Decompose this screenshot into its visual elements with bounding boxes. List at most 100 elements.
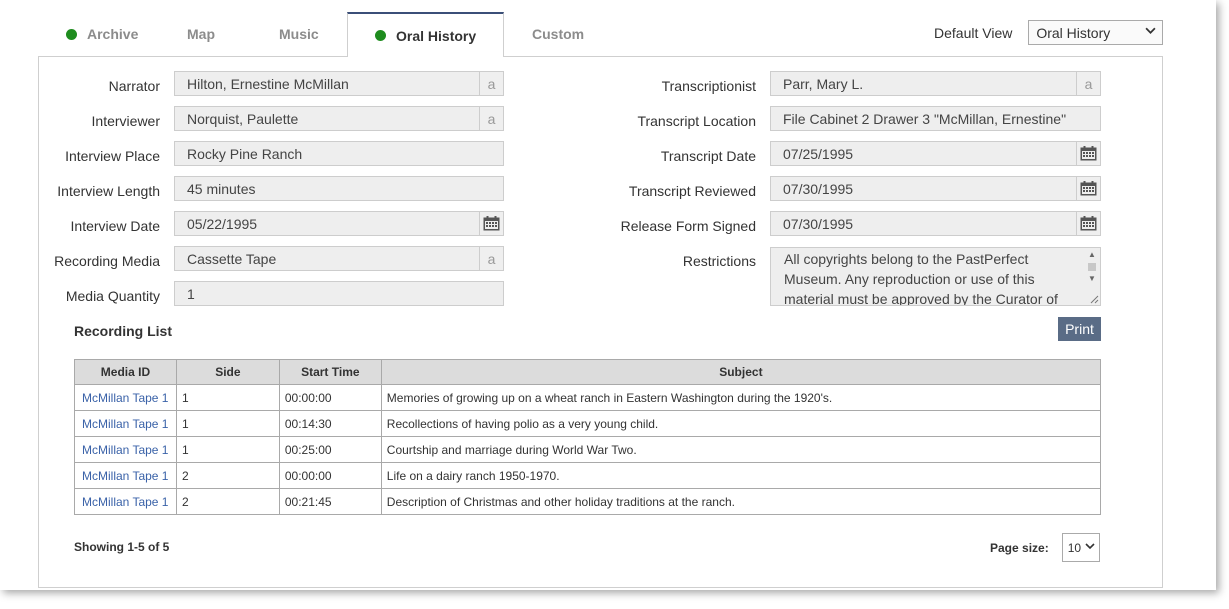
side-cell: 1 — [175, 384, 280, 411]
tab-label: Map — [187, 26, 215, 42]
transcript-reviewed-label: Transcript Reviewed — [628, 183, 756, 199]
tab-label: Oral History — [396, 27, 477, 44]
table-row: McMillan Tape 1 2 00:21:45 Description o… — [74, 488, 1102, 515]
chevron-down-icon — [1145, 25, 1156, 39]
interview-date-field[interactable]: 05/22/1995 — [174, 211, 504, 236]
default-view: Default View Oral History — [934, 20, 1164, 45]
calendar-icon[interactable] — [1076, 212, 1100, 235]
media-id-link[interactable]: McMillan Tape 1 — [74, 410, 177, 437]
default-view-value: Oral History — [1036, 24, 1111, 41]
table-row: McMillan Tape 1 1 00:00:00 Memories of g… — [74, 384, 1102, 411]
column-header-media-id[interactable]: Media ID — [74, 359, 177, 385]
side-cell: 1 — [175, 410, 280, 437]
scroll-down-icon[interactable]: ▼ — [1086, 274, 1098, 284]
recording-media-field[interactable]: Cassette Tape a — [174, 246, 504, 271]
transcriptionist-label: Transcriptionist — [661, 78, 756, 94]
tab-oral-history[interactable]: Oral History — [347, 12, 504, 57]
column-header-subject[interactable]: Subject — [380, 359, 1102, 385]
media-id-link[interactable]: McMillan Tape 1 — [74, 384, 177, 411]
tab-label: Archive — [87, 26, 139, 42]
side-cell: 2 — [175, 488, 280, 515]
table-row: McMillan Tape 1 2 00:00:00 Life on a dai… — [74, 462, 1102, 489]
interview-place-value: Rocky Pine Ranch — [187, 145, 303, 162]
scroll-thumb[interactable] — [1088, 263, 1096, 271]
narrator-value: Hilton, Ernestine McMillan — [187, 75, 349, 92]
scroll-up-icon[interactable]: ▲ — [1086, 250, 1098, 260]
tab-music[interactable]: Music — [248, 12, 347, 56]
media-id-link[interactable]: McMillan Tape 1 — [74, 462, 177, 489]
interview-length-label: Interview Length — [57, 183, 160, 199]
page-size-control: Page size: 10 — [990, 533, 1100, 562]
tab-map[interactable]: Map — [169, 12, 248, 56]
subject-cell: Memories of growing up on a wheat ranch … — [380, 384, 1102, 411]
lookup-a-icon[interactable]: a — [479, 72, 503, 95]
start-time-cell: 00:14:30 — [278, 410, 382, 437]
oral-history-panel: Narrator Hilton, Ernestine McMillan a In… — [38, 56, 1163, 588]
pagination-summary: Showing 1-5 of 5 — [74, 540, 170, 554]
media-quantity-label: Media Quantity — [65, 288, 160, 304]
calendar-icon[interactable] — [1076, 142, 1100, 165]
transcript-location-field[interactable]: File Cabinet 2 Drawer 3 "McMillan, Ernes… — [770, 106, 1101, 131]
interviewer-field[interactable]: Norquist, Paulette a — [174, 106, 504, 131]
calendar-icon[interactable] — [1076, 177, 1100, 200]
chevron-down-icon — [1085, 541, 1095, 554]
recording-media-label: Recording Media — [54, 253, 160, 269]
release-form-signed-value: 07/30/1995 — [783, 215, 854, 232]
resize-handle-icon[interactable] — [1090, 295, 1099, 304]
narrator-label: Narrator — [108, 78, 160, 94]
transcript-date-field[interactable]: 07/25/1995 — [770, 141, 1101, 166]
release-form-signed-field[interactable]: 07/30/1995 — [770, 211, 1101, 236]
tab-bar: Archive Map Music Oral History Custom — [38, 12, 614, 57]
interview-date-value: 05/22/1995 — [187, 215, 258, 232]
status-dot-icon — [375, 30, 386, 41]
restrictions-label: Restrictions — [682, 253, 756, 269]
restrictions-textarea[interactable]: All copyrights belong to the PastPerfect… — [770, 247, 1101, 306]
transcript-location-label: Transcript Location — [637, 113, 756, 129]
interview-date-label: Interview Date — [70, 218, 160, 234]
default-view-select[interactable]: Oral History — [1028, 20, 1164, 45]
release-form-signed-label: Release Form Signed — [620, 218, 756, 234]
table-row: McMillan Tape 1 1 00:25:00 Courtship and… — [74, 436, 1102, 463]
recording-table: Media ID Side Start Time Subject McMilla… — [74, 359, 1102, 515]
column-header-side[interactable]: Side — [175, 359, 280, 385]
start-time-cell: 00:25:00 — [278, 436, 382, 463]
subject-cell: Courtship and marriage during World War … — [380, 436, 1102, 463]
subject-cell: Description of Christmas and other holid… — [380, 488, 1102, 515]
column-header-start-time[interactable]: Start Time — [278, 359, 382, 385]
interview-place-label: Interview Place — [65, 148, 160, 164]
transcript-reviewed-field[interactable]: 07/30/1995 — [770, 176, 1101, 201]
recording-list-title: Recording List — [74, 323, 173, 339]
interview-length-field[interactable]: 45 minutes — [174, 176, 504, 201]
start-time-cell: 00:00:00 — [278, 384, 382, 411]
restrictions-value: All copyrights belong to the PastPerfect… — [784, 251, 1058, 306]
side-cell: 1 — [175, 436, 280, 463]
page-size-value: 10 — [1067, 540, 1082, 555]
tab-custom[interactable]: Custom — [504, 12, 614, 56]
default-view-label: Default View — [934, 24, 1013, 41]
lookup-a-icon[interactable]: a — [479, 247, 503, 270]
screen: Archive Map Music Oral History Custom De… — [0, 0, 1216, 590]
interview-length-value: 45 minutes — [187, 180, 256, 197]
interview-place-field[interactable]: Rocky Pine Ranch — [174, 141, 504, 166]
side-cell: 2 — [175, 462, 280, 489]
lookup-a-icon[interactable]: a — [479, 107, 503, 130]
print-button[interactable]: Print — [1058, 317, 1101, 341]
interviewer-value: Norquist, Paulette — [187, 110, 299, 127]
tab-archive[interactable]: Archive — [38, 12, 169, 56]
media-quantity-field[interactable]: 1 — [174, 281, 504, 306]
lookup-a-icon[interactable]: a — [1076, 72, 1100, 95]
start-time-cell: 00:21:45 — [278, 488, 382, 515]
tab-label: Music — [279, 26, 319, 42]
transcript-date-value: 07/25/1995 — [783, 145, 854, 162]
interviewer-label: Interviewer — [91, 113, 160, 129]
transcriptionist-value: Parr, Mary L. — [783, 75, 864, 92]
calendar-icon[interactable] — [479, 212, 503, 235]
subject-cell: Life on a dairy ranch 1950-1970. — [380, 462, 1102, 489]
narrator-field[interactable]: Hilton, Ernestine McMillan a — [174, 71, 504, 96]
transcript-date-label: Transcript Date — [660, 148, 756, 164]
start-time-cell: 00:00:00 — [278, 462, 382, 489]
media-id-link[interactable]: McMillan Tape 1 — [74, 436, 177, 463]
page-size-select[interactable]: 10 — [1061, 533, 1100, 562]
transcriptionist-field[interactable]: Parr, Mary L. a — [770, 71, 1101, 96]
media-id-link[interactable]: McMillan Tape 1 — [74, 488, 177, 515]
